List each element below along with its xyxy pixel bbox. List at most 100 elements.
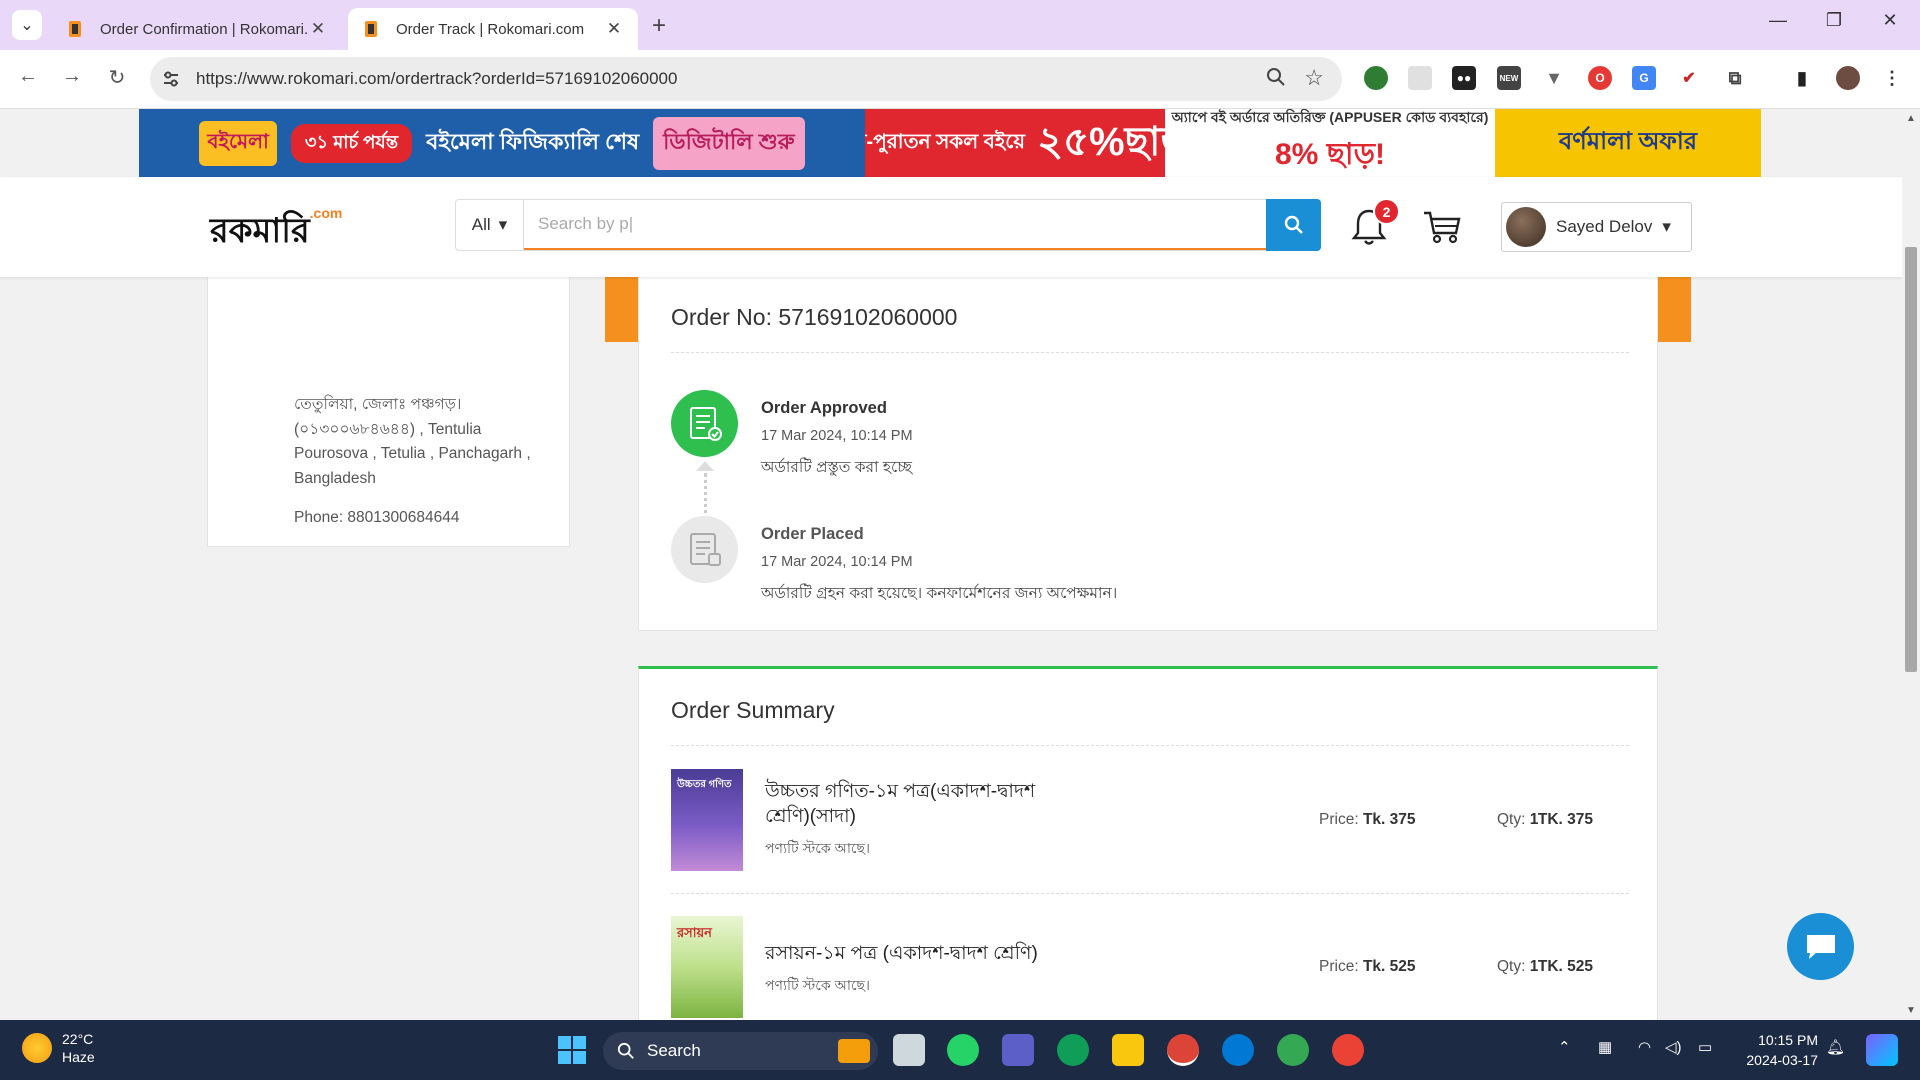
cart-icon[interactable]	[1422, 209, 1462, 250]
teams-icon[interactable]	[1002, 1034, 1034, 1066]
search-input[interactable]: Search by p|	[524, 200, 1266, 250]
battery-icon[interactable]: ▭	[1698, 1038, 1712, 1056]
notification-center-icon[interactable]: 🔔︎	[1826, 1038, 1845, 1056]
book-cover-image[interactable]: উচ্চতর গণিত	[671, 769, 743, 871]
windows-taskbar: 22°C Haze Search ⌃ ▦ ◠ ◁) ▭ 10:15 PM 202…	[0, 1020, 1920, 1080]
extension-check-icon[interactable]: ✔	[1677, 66, 1701, 90]
book-cover-image[interactable]: রসায়ন	[671, 916, 743, 1018]
whatsapp-icon[interactable]	[947, 1034, 979, 1066]
address-line: Bangladesh	[294, 469, 376, 487]
edge-dev-icon[interactable]	[1222, 1034, 1254, 1066]
qty-label: Qty:	[1497, 958, 1526, 975]
close-tab-icon[interactable]: ✕	[308, 19, 328, 39]
address-lines: তেতুলিয়া, জেলাঃ পঞ্চগড়। (০১৩০০৬৮৪৬৪৪) …	[294, 393, 544, 491]
new-tab-button[interactable]: +	[652, 12, 666, 40]
search-category-label: All	[471, 215, 491, 234]
tab-order-confirmation[interactable]: Order Confirmation | Rokomari. ✕	[52, 8, 342, 50]
close-tab-icon[interactable]: ✕	[604, 19, 624, 39]
address-phone: Phone: 8801300684644	[294, 509, 460, 526]
order-item: উচ্চতর গণিত উচ্চতর গণিত-১ম পত্র(একাদশ-দ্…	[671, 769, 1629, 879]
banner-discount[interactable]: নতুন-পুরাতন সকল বইয়ে ২৫%ছাড়!	[865, 109, 1165, 177]
restore-icon[interactable]: ❐	[1814, 10, 1854, 31]
tracker-left-accent	[605, 277, 638, 342]
search-button[interactable]	[1266, 199, 1321, 251]
menu-kebab-icon[interactable]: ⋮	[1880, 66, 1904, 90]
promo-banner[interactable]: বইমেলা ৩১ মার্চ পর্যন্ত বইমেলা ফিজিক্যাল…	[139, 109, 1761, 177]
search-highlight-icon	[838, 1039, 870, 1063]
banner-discount-big: ২৫%ছাড়!	[1037, 119, 1165, 164]
copilot-icon[interactable]	[1866, 1034, 1898, 1066]
step-date: 17 Mar 2024, 10:14 PM	[761, 554, 913, 570]
clock-date: 2024-03-17	[1746, 1052, 1818, 1068]
divider	[671, 745, 1629, 746]
address-line: তেতুলিয়া, জেলাঃ পঞ্চগড়।	[294, 396, 462, 413]
google-translate-icon[interactable]: G	[1632, 66, 1656, 90]
banner-discount-text: নতুন-পুরাতন সকল বইয়ে	[865, 130, 1026, 153]
chat-button[interactable]	[1787, 913, 1854, 980]
price-label: Price:	[1319, 811, 1359, 828]
search-icon	[1284, 215, 1303, 234]
forward-icon[interactable]: →	[57, 65, 87, 88]
opera-icon[interactable]: O	[1588, 66, 1612, 90]
extension-dots-icon[interactable]: ●●	[1452, 66, 1476, 90]
close-window-icon[interactable]: ✕	[1870, 10, 1910, 31]
rokomari-favicon-icon	[66, 20, 84, 38]
item-total: TK. 375	[1537, 811, 1593, 828]
chrome-icon[interactable]	[1277, 1034, 1309, 1066]
page-scrollbar[interactable]: ▲ ▼	[1902, 109, 1920, 1020]
banner-bornomala[interactable]: বর্ণমালা অফার	[1495, 109, 1761, 177]
tray-chevron-icon[interactable]: ⌃	[1558, 1038, 1571, 1056]
step-date: 17 Mar 2024, 10:14 PM	[761, 428, 913, 444]
extension-blank-icon[interactable]	[1408, 66, 1432, 90]
tab-search-dropdown-icon[interactable]: ⌄	[12, 10, 42, 40]
bookmark-star-icon[interactable]: ☆	[1304, 65, 1324, 91]
step-desc: অর্ডারটি প্রস্তুত করা হচ্ছে	[761, 459, 912, 476]
wifi-icon[interactable]: ◠	[1638, 1038, 1651, 1056]
windows-start-icon[interactable]	[556, 1034, 588, 1066]
reload-icon[interactable]: ↻	[102, 65, 132, 90]
banner-app-offer[interactable]: অ্যাপে বই অর্ডারে অতিরিক্ত (APPUSER কোড …	[1165, 109, 1495, 177]
extension-v-icon[interactable]: ▼	[1542, 66, 1566, 90]
extensions-puzzle-icon[interactable]: ⧉	[1723, 66, 1747, 90]
scroll-up-icon[interactable]: ▲	[1906, 113, 1916, 124]
tray-app-icon[interactable]: ▦	[1598, 1038, 1612, 1056]
extension-news-icon[interactable]: NEW	[1497, 66, 1521, 90]
user-account-button[interactable]: Sayed Delov ▾	[1501, 202, 1692, 252]
chrome-active-icon[interactable]	[1167, 1034, 1199, 1066]
clock-time: 10:15 PM	[1758, 1032, 1818, 1048]
chat-icon	[1806, 934, 1835, 959]
edge-icon[interactable]	[1057, 1034, 1089, 1066]
chrome-profile-icon[interactable]	[1332, 1034, 1364, 1066]
site-info-icon[interactable]	[160, 68, 182, 90]
banner-boimela[interactable]: বইমেলা ৩১ মার্চ পর্যন্ত বইমেলা ফিজিক্যাল…	[139, 109, 865, 177]
extension-globe-icon[interactable]	[1364, 66, 1388, 90]
banner-digital-text: ডিজিটালি শুরু	[653, 116, 805, 170]
avatar	[1506, 207, 1546, 247]
address-bar[interactable]: https://www.rokomari.com/ordertrack?orde…	[150, 57, 1342, 101]
scroll-down-icon[interactable]: ▼	[1906, 1005, 1916, 1016]
taskbar-clock[interactable]: 10:15 PM 2024-03-17	[1736, 1030, 1818, 1070]
step-connector-arrow	[696, 461, 714, 471]
taskbar-search[interactable]: Search	[603, 1032, 878, 1070]
item-title[interactable]: উচ্চতর গণিত-১ম পত্র(একাদশ-দ্বাদশ শ্রেণি)…	[765, 779, 1065, 829]
search-category-select[interactable]: All ▾	[456, 200, 524, 250]
caret-down-icon: ▾	[498, 215, 508, 234]
profile-avatar-icon[interactable]	[1836, 66, 1860, 90]
boimela-logo: বইমেলা	[199, 120, 277, 166]
volume-icon[interactable]: ◁)	[1665, 1038, 1682, 1056]
divider	[671, 352, 1629, 353]
back-icon[interactable]: ←	[13, 65, 43, 88]
item-title[interactable]: রসায়ন-১ম পত্র (একাদশ-দ্বাদশ শ্রেণি)	[765, 941, 1185, 966]
site-logo[interactable]: রকমারি.com	[210, 205, 342, 262]
minimize-icon[interactable]: —	[1758, 10, 1798, 31]
divider	[671, 893, 1629, 894]
side-panel-icon[interactable]: ▮	[1790, 66, 1814, 90]
tab-order-track[interactable]: Order Track | Rokomari.com ✕	[348, 8, 638, 50]
task-view-icon[interactable]	[893, 1034, 925, 1066]
site-header: রকমারি.com All ▾ Search by p| 2 Sayed De…	[0, 177, 1902, 277]
scrollbar-thumb[interactable]	[1905, 247, 1917, 672]
file-explorer-icon[interactable]	[1112, 1034, 1144, 1066]
zoom-icon[interactable]	[1266, 67, 1286, 92]
search-icon	[617, 1042, 634, 1059]
weather-widget[interactable]: 22°C Haze	[22, 1030, 95, 1066]
